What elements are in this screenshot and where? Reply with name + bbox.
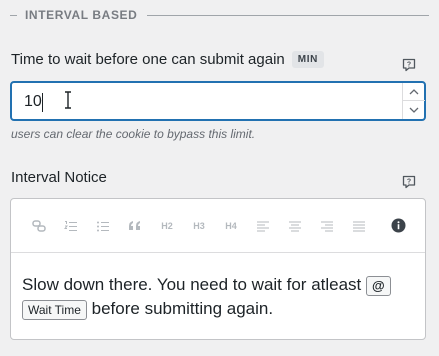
wait-time-value: 10 [24,93,42,110]
blockquote-icon [129,221,140,230]
heading-4-label: H4 [225,221,237,231]
section-header-dash [10,14,17,16]
heading-3-label: H3 [193,221,205,231]
merge-tag-wait-time[interactable]: Wait Time [22,299,87,320]
wait-field-help-text: users can clear the cookie to bypass thi… [11,127,256,141]
section-title: INTERVAL BASED [25,8,138,22]
unordered-list-button[interactable] [95,219,111,233]
link-icon [32,220,46,232]
help-icon[interactable]: ? [401,174,417,190]
section-divider [147,14,429,16]
align-right-icon [321,221,333,231]
info-button[interactable] [390,218,406,232]
align-left-button[interactable] [255,219,271,233]
svg-text:?: ? [407,179,411,186]
ordered-list-icon [64,221,77,231]
number-stepper[interactable] [402,83,425,119]
chevron-down-icon [409,107,419,113]
align-justify-button[interactable] [351,219,367,233]
blockquote-button[interactable] [127,219,143,233]
unordered-list-icon [97,221,109,232]
svg-text:?: ? [407,62,411,69]
notice-field-label-row: Interval Notice [11,169,107,186]
chevron-up-icon [409,88,419,94]
text-caret [42,93,43,112]
merge-tag-trigger[interactable]: @ [366,275,391,296]
info-icon [391,218,405,232]
align-left-icon [257,221,269,231]
help-icon[interactable]: ? [401,57,417,73]
section-header: INTERVAL BASED [10,6,429,24]
notice-text-after: before submitting again. [91,299,274,318]
align-center-icon [289,221,301,231]
notice-text-before: Slow down there. You need to wait for at… [22,275,362,294]
ordered-list-button[interactable] [63,219,79,233]
editor-toolbar: H2 H3 H4 [11,199,425,253]
heading-3-button[interactable]: H3 [191,219,207,233]
wait-field-label: Time to wait before one can submit again [11,51,285,68]
heading-2-label: H2 [161,221,173,231]
notice-field-label: Interval Notice [11,169,107,186]
wait-time-input[interactable]: 10 [10,81,426,121]
heading-4-button[interactable]: H4 [223,219,239,233]
align-center-button[interactable] [287,219,303,233]
editor-content[interactable]: Slow down there. You need to wait for at… [22,273,412,321]
align-right-button[interactable] [319,219,335,233]
decrement-button[interactable] [403,101,425,119]
ibeam-cursor-icon [65,91,71,109]
increment-button[interactable] [403,83,425,101]
align-justify-icon [353,221,365,231]
link-button[interactable] [31,219,47,233]
interval-notice-editor[interactable]: H2 H3 H4 Slow down there. You need to wa… [10,198,426,340]
heading-2-button[interactable]: H2 [159,219,175,233]
wait-field-label-row: Time to wait before one can submit again… [11,51,324,68]
unit-badge: MIN [291,51,324,68]
